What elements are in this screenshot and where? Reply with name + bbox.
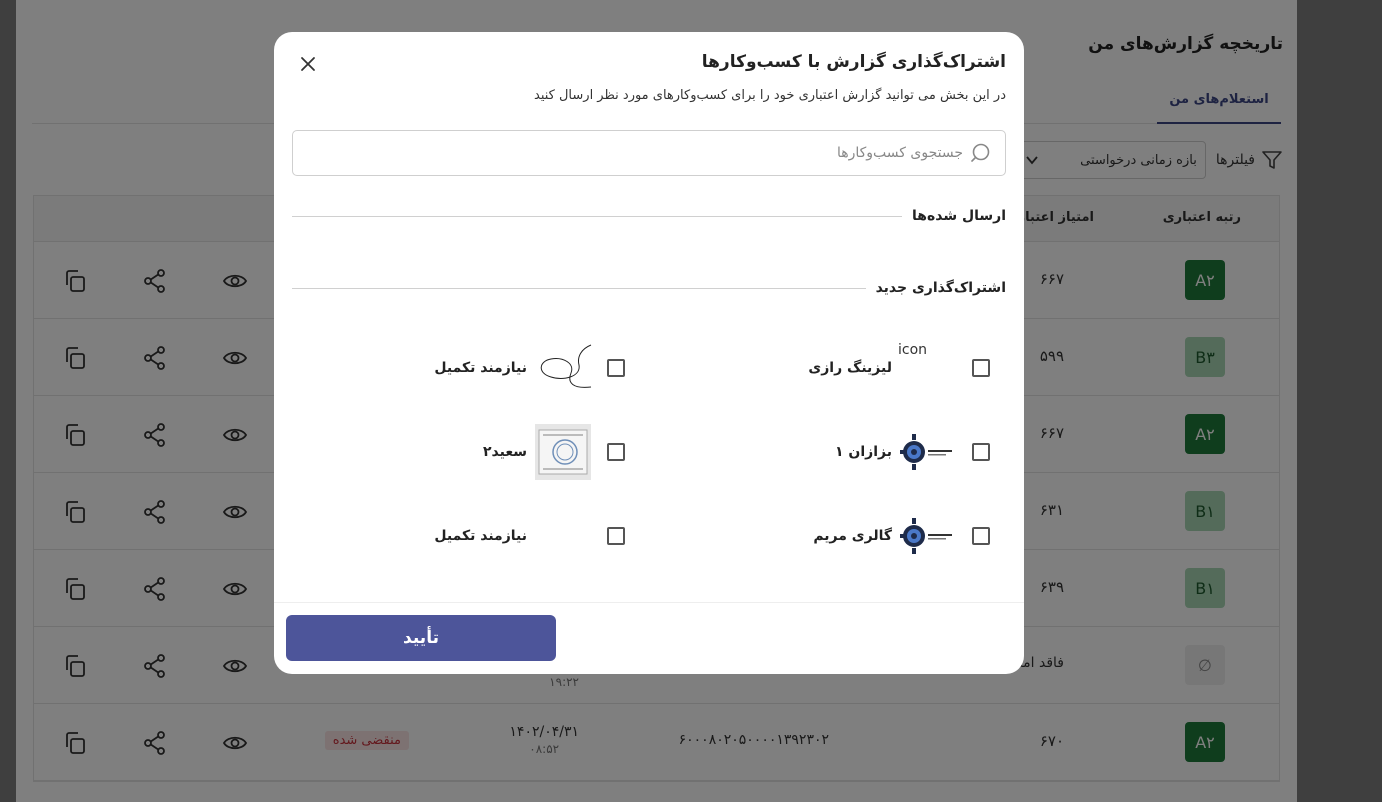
close-icon — [301, 57, 315, 71]
business-name: نیازمند تکمیل — [434, 528, 527, 544]
close-button[interactable] — [296, 52, 320, 76]
modal-title: اشتراک‌گذاری گزارش با کسب‌وکارها — [701, 52, 1006, 72]
modal-footer: تأیید — [274, 602, 1024, 674]
gear-logo — [898, 424, 958, 480]
business-checkbox[interactable] — [607, 527, 625, 545]
business-checkbox[interactable] — [607, 359, 625, 377]
business-item[interactable]: نیازمند تکمیل — [434, 508, 625, 564]
search-box — [292, 130, 1006, 176]
business-checkbox[interactable] — [972, 359, 990, 377]
business-checkbox[interactable] — [972, 443, 990, 461]
section-new-title: اشتراک‌گذاری جدید — [875, 280, 1006, 296]
section-new-share: اشتراک‌گذاری جدید — [292, 276, 1006, 300]
confirm-button[interactable]: تأیید — [286, 615, 556, 661]
broken-image-icon: icon — [898, 340, 958, 396]
business-item[interactable]: icon لیزینگ رازی — [808, 340, 990, 396]
business-name: سعید۲ — [482, 444, 527, 460]
business-name: بزازان ۱ — [835, 444, 892, 460]
share-report-modal: اشتراک‌گذاری گزارش با کسب‌وکارها در این … — [274, 32, 1024, 674]
signature-logo — [533, 340, 593, 396]
search-input[interactable] — [293, 133, 963, 173]
divider — [292, 287, 866, 289]
search-icon — [971, 143, 990, 162]
business-item[interactable]: گالری مریم — [813, 508, 990, 564]
section-sent: ارسال شده‌ها — [292, 204, 1006, 228]
divider — [292, 215, 902, 217]
business-checkbox[interactable] — [607, 443, 625, 461]
modal-description: در این بخش می توانید گزارش اعتباری خود ر… — [534, 88, 1006, 103]
business-name: لیزینگ رازی — [808, 360, 892, 376]
business-name: نیازمند تکمیل — [434, 360, 527, 376]
business-name: گالری مریم — [813, 528, 892, 544]
section-sent-title: ارسال شده‌ها — [912, 208, 1006, 224]
empty-logo — [533, 508, 593, 564]
stamp-document-logo — [533, 424, 593, 480]
logo-alt-text: icon — [898, 342, 928, 358]
business-item[interactable]: سعید۲ — [483, 424, 625, 480]
gear-logo — [898, 508, 958, 564]
business-checkbox[interactable] — [972, 527, 990, 545]
business-item[interactable]: بزازان ۱ — [835, 424, 990, 480]
business-item[interactable]: نیازمند تکمیل — [434, 340, 625, 396]
